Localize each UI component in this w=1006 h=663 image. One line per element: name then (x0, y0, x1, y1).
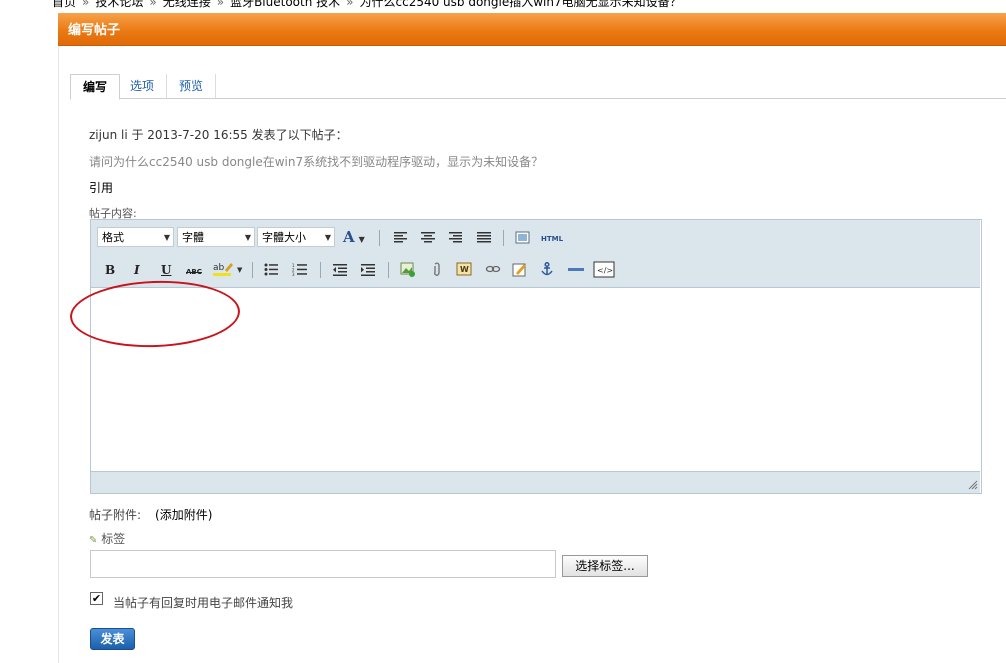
strikethrough-button[interactable]: ABC (186, 264, 202, 280)
toolbar-separator (379, 230, 380, 246)
attachments-row: 帖子附件: (添加附件) (89, 506, 212, 523)
font-select-value: 字體 (182, 231, 204, 244)
align-left-icon (394, 232, 407, 243)
indent-icon (361, 264, 375, 276)
breadcrumb-thread[interactable]: 为什么cc2540 usb dongle插入win7电脑无显示未知设备？ (360, 0, 682, 9)
source-code-icon: </> (593, 261, 615, 278)
svg-text:3: 3 (292, 272, 295, 277)
list-icons: 123 (264, 263, 307, 277)
toolbar-separator (388, 262, 389, 278)
bullet-list-icon (264, 263, 278, 276)
align-center-icon (421, 232, 435, 243)
alignment-icons (394, 232, 491, 243)
attachments-label: 帖子附件: (89, 508, 142, 522)
numbered-list-icon: 123 (292, 263, 307, 277)
insert-icons: W </> (400, 261, 615, 278)
attachment-icon (433, 262, 440, 276)
size-select-value: 字體大小 (262, 231, 306, 244)
bold-button[interactable]: B (105, 262, 115, 278)
size-select[interactable]: 字體大小 ▼ (257, 227, 335, 247)
svg-text:W: W (460, 265, 469, 274)
underline-button[interactable]: U (161, 262, 171, 278)
breadcrumb-forum[interactable]: 技术论坛 (95, 0, 143, 9)
quoted-question: 请问为什么cc2540 usb dongle在win7系统找不到驱动程序驱动，显… (89, 155, 544, 169)
tab-preview[interactable]: 预览 (167, 74, 217, 98)
chevron-down-icon: ▼ (324, 233, 331, 242)
format-select-value: 格式 (102, 231, 124, 244)
submit-button[interactable]: 发表 (90, 628, 135, 650)
font-color-icon: A (343, 228, 355, 246)
breadcrumb-bluetooth[interactable]: 蓝牙Bluetooth 技术 (230, 0, 340, 9)
outdent-icon (333, 264, 347, 276)
tags-input[interactable] (90, 550, 556, 578)
tags-label: 标签 (101, 532, 126, 546)
toolbar-separator (503, 230, 504, 246)
cite-link[interactable]: 引用 (89, 179, 113, 196)
content-border (58, 44, 59, 663)
align-justify-icon (477, 232, 491, 243)
notify-checkbox[interactable]: ✔ (90, 592, 103, 605)
page-title: 编写帖子 (68, 23, 121, 38)
indent-icons (333, 264, 375, 276)
chevron-down-icon: ▼ (163, 233, 170, 242)
fullscreen-icon[interactable] (515, 231, 531, 245)
header-bar (58, 13, 1006, 46)
tab-options[interactable]: 选项 (118, 74, 168, 98)
html-source-button[interactable]: HTML (541, 231, 563, 247)
tags-row: ✎ 标签 (89, 530, 125, 547)
edit-note-icon (512, 263, 526, 277)
resize-grip-icon[interactable] (966, 478, 978, 490)
tab-compose[interactable]: 编写 (70, 74, 121, 100)
add-attachment-link[interactable]: (添加附件) (155, 508, 212, 522)
italic-button[interactable]: I (134, 262, 140, 278)
svg-text:▼: ▼ (237, 266, 243, 274)
horizontal-rule-icon (568, 268, 584, 271)
svg-text:</>: </> (597, 266, 613, 275)
chevron-down-icon: ▼ (244, 233, 251, 242)
format-select[interactable]: 格式 ▼ (97, 227, 174, 247)
breadcrumb-wireless[interactable]: 无线连接 (163, 0, 211, 9)
font-color-button[interactable]: A ▼ (343, 229, 365, 247)
align-right-icon (449, 232, 462, 243)
insert-image-icon (400, 262, 415, 277)
highlight-color-icon[interactable]: ab ▼ (213, 260, 245, 278)
svg-text:ab: ab (213, 263, 225, 273)
breadcrumb-home[interactable]: 首页 (52, 0, 76, 9)
breadcrumb: 首页» 技术论坛» 无线连接» 蓝牙Bluetooth 技术» 为什么cc2540 us… (52, 0, 682, 10)
link-icon (485, 265, 501, 273)
anchor-icon (541, 261, 553, 276)
choose-tags-button[interactable]: 选择标签... (562, 555, 648, 577)
toolbar-separator (320, 262, 321, 278)
post-info: zijun li 于 2013-7-20 16:55 发表了以下帖子： (89, 128, 348, 142)
tab-underline (70, 98, 1006, 99)
insert-media-icon: W (456, 262, 472, 276)
editor-statusbar (91, 471, 980, 493)
toolbar-separator (252, 262, 253, 278)
notify-label: 当帖子有回复时用电子邮件通知我 (113, 596, 294, 610)
tag-icon: ✎ (89, 535, 98, 546)
font-select[interactable]: 字體 ▼ (177, 227, 255, 247)
